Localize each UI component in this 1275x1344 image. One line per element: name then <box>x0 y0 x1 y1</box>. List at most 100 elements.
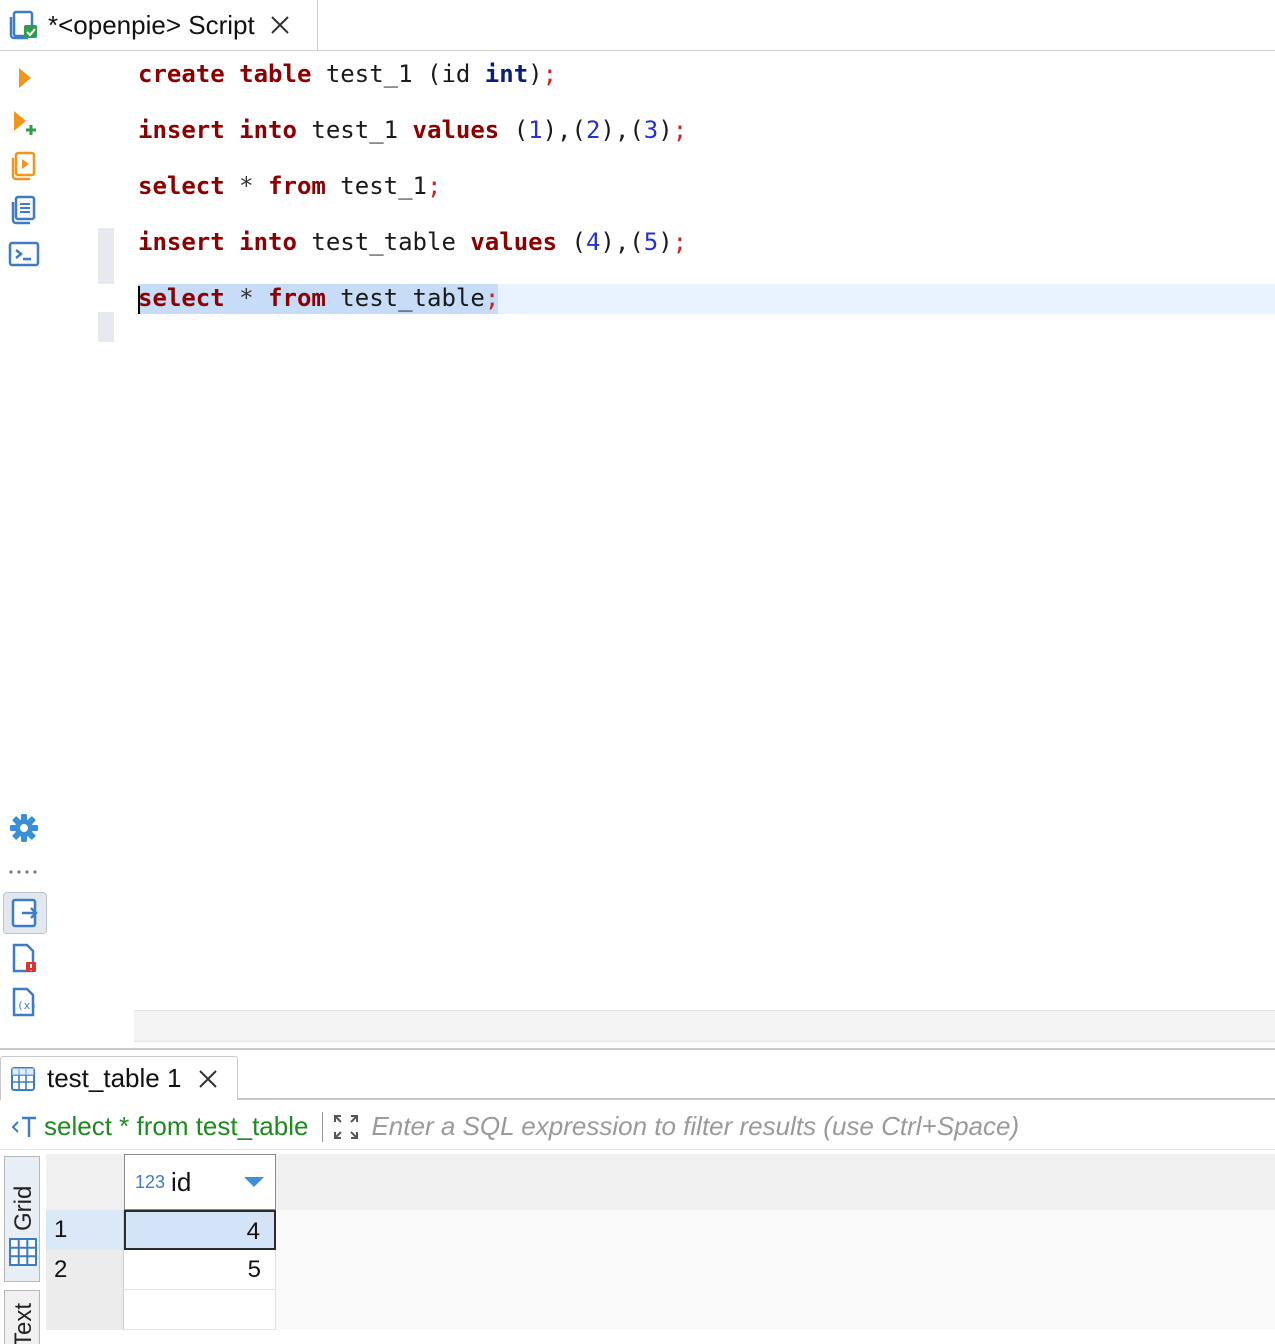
sql-script-icon <box>8 9 40 41</box>
code-token: 3 <box>643 116 659 144</box>
results-filter-bar: select * from test_table <box>0 1104 1275 1150</box>
code-token: test_1 (id <box>311 60 485 88</box>
explain-plan-button[interactable] <box>6 192 42 228</box>
code-token: table <box>239 60 312 88</box>
grid-view-tab[interactable]: Grid <box>4 1156 40 1282</box>
empty-cell <box>124 1290 276 1330</box>
code-token: 2 <box>585 116 601 144</box>
execute-in-new-tab-icon <box>9 107 39 137</box>
code-line-4[interactable]: insert into test_table values (4),(5); <box>138 226 687 258</box>
code-token: into <box>239 228 297 256</box>
settings-button[interactable] <box>6 810 42 846</box>
code-token: select <box>138 284 225 312</box>
code-token: * <box>239 284 254 312</box>
code-token: test_table <box>325 284 485 312</box>
results-tab[interactable]: test_table 1 <box>0 1056 238 1100</box>
change-marker <box>98 312 114 342</box>
code-token: int <box>484 60 529 88</box>
code-token: test_1 <box>325 172 428 200</box>
code-token: values <box>412 116 500 144</box>
code-line-3[interactable]: select * from test_1; <box>138 170 441 202</box>
column-name: id <box>171 1166 192 1197</box>
open-console-button[interactable] <box>6 236 42 272</box>
column-header-id[interactable]: 123 id <box>124 1154 276 1210</box>
code-line-5[interactable]: select * from test_table; <box>138 282 499 314</box>
execute-in-new-tab-button[interactable] <box>6 104 42 140</box>
show-variables-icon: (x) <box>9 986 39 1018</box>
code-token: ) <box>658 116 673 144</box>
empty-row <box>46 1290 1275 1330</box>
code-token: select <box>138 172 225 200</box>
expand-icon[interactable] <box>331 1112 361 1142</box>
query-text-icon <box>10 1113 40 1141</box>
code-token: ) <box>528 60 543 88</box>
code-token: from <box>268 172 326 200</box>
sort-dropdown-icon[interactable] <box>243 1175 265 1189</box>
empty-area <box>276 1290 1275 1330</box>
close-icon[interactable] <box>197 1068 219 1090</box>
code-token: 5 <box>643 228 659 256</box>
svg-text:(x): (x) <box>17 999 37 1012</box>
execute-script-button[interactable] <box>6 148 42 184</box>
code-token: insert <box>138 228 225 256</box>
table-cell[interactable]: 5 <box>124 1250 276 1290</box>
sql-editor-window: *<openpie> Script (x) create table test_… <box>0 0 1275 1344</box>
execute-statement-icon <box>14 66 34 90</box>
close-icon[interactable] <box>269 14 291 36</box>
settings-gear-icon <box>8 812 40 844</box>
show-output-log-button[interactable] <box>6 940 42 976</box>
sql-code-editor[interactable]: create table test_1 (id int); insert int… <box>50 50 1275 1010</box>
code-line-2[interactable]: insert into test_1 values (1),(2),(3); <box>138 114 687 146</box>
more-options-button[interactable] <box>6 854 42 890</box>
open-console-icon <box>8 240 40 268</box>
row-number-empty <box>46 1290 124 1330</box>
code-token: ; <box>427 172 442 200</box>
text-view-tab[interactable]: Text <box>4 1290 40 1344</box>
table-row[interactable]: 2 5 <box>46 1250 1275 1290</box>
code-line-1[interactable]: create table test_1 (id int); <box>138 58 557 90</box>
code-token: ),( <box>542 116 586 144</box>
show-results-panel-icon <box>10 897 40 929</box>
show-results-panel-button[interactable] <box>3 892 47 934</box>
code-token: ) <box>658 228 673 256</box>
filter-expression-input[interactable] <box>371 1111 1212 1142</box>
code-token: into <box>239 116 297 144</box>
row-number-header[interactable] <box>46 1154 125 1210</box>
table-cell[interactable]: 4 <box>124 1210 276 1250</box>
empty-area <box>276 1210 1275 1250</box>
row-number[interactable]: 1 <box>46 1210 124 1250</box>
show-variables-button[interactable]: (x) <box>6 984 42 1020</box>
code-token: create <box>138 60 225 88</box>
code-token: ( <box>499 116 529 144</box>
code-token: ( <box>557 228 586 256</box>
editor-tab-script[interactable]: *<openpie> Script <box>0 0 318 50</box>
code-token: ; <box>484 284 500 312</box>
table-row[interactable]: 1 4 <box>46 1210 1275 1250</box>
grid-view-tab-label: Grid <box>10 1185 37 1231</box>
execute-statement-button[interactable] <box>6 60 42 96</box>
code-token: test_1 <box>296 116 413 144</box>
show-output-log-icon <box>9 942 39 974</box>
explain-plan-icon <box>9 194 39 226</box>
editor-horizontal-scrollbar[interactable] <box>134 1010 1275 1042</box>
code-token: ; <box>672 228 688 256</box>
empty-area <box>276 1250 1275 1290</box>
table-grid-icon <box>9 1065 37 1093</box>
active-query-text[interactable]: select * from test_table <box>44 1111 308 1142</box>
results-tab-label: test_table 1 <box>47 1063 182 1093</box>
editor-tab-bar: *<openpie> Script <box>0 0 1275 51</box>
grid-header-row: 123 id <box>46 1154 1275 1211</box>
grid-table-icon <box>8 1237 38 1272</box>
code-token: 1 <box>528 116 543 144</box>
code-token: from <box>268 284 326 312</box>
results-grid: 123 id 1 4 2 5 <box>46 1154 1275 1344</box>
row-number[interactable]: 2 <box>46 1250 124 1290</box>
code-token: values <box>470 228 558 256</box>
more-dots-icon <box>8 868 40 876</box>
text-caret <box>138 286 140 314</box>
